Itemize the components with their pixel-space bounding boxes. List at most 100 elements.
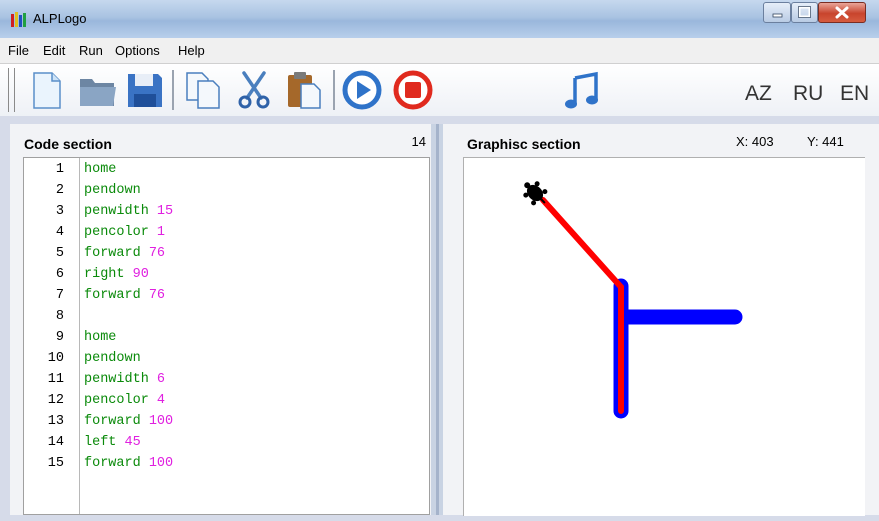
code-text: pencolor 4 [84, 390, 165, 411]
run-icon [342, 70, 382, 110]
code-line[interactable]: 7 forward 76 [24, 285, 429, 306]
line-number: 11 [47, 372, 64, 387]
lang-en[interactable]: EN [840, 82, 869, 106]
code-text: penwidth 15 [84, 201, 173, 222]
close-icon [835, 6, 849, 19]
code-text: penwidth 6 [84, 369, 165, 390]
menu-help[interactable]: Help [178, 43, 205, 58]
panel-splitter[interactable] [431, 124, 443, 515]
blue-pen-path [613, 278, 743, 419]
code-line[interactable]: 10 pendown [24, 348, 429, 369]
drawing-canvas[interactable] [463, 157, 865, 516]
line-number: 3 [55, 204, 64, 219]
code-text: forward 100 [84, 411, 173, 432]
code-text: forward 76 [84, 243, 165, 264]
copy-button[interactable] [184, 70, 224, 110]
code-line[interactable]: 15 forward 100 [24, 453, 429, 474]
maximize-button[interactable] [791, 2, 818, 23]
code-keyword: pencolor [84, 225, 149, 240]
code-keyword: forward [84, 246, 141, 261]
line-number: 15 [47, 456, 64, 471]
graphics-section-title: Graphisc section [467, 136, 581, 152]
code-line[interactable]: 9 home [24, 327, 429, 348]
lang-ru[interactable]: RU [793, 82, 823, 106]
code-keyword: forward [84, 288, 141, 303]
paste-button[interactable] [285, 70, 325, 110]
code-line[interactable]: 3 penwidth 15 [24, 201, 429, 222]
minimize-icon [772, 13, 783, 18]
code-text: forward 76 [84, 285, 165, 306]
new-file-button[interactable] [27, 70, 67, 110]
code-line[interactable]: 13 forward 100 [24, 411, 429, 432]
open-folder-icon [80, 79, 116, 106]
line-number: 13 [47, 414, 64, 429]
menu-run[interactable]: Run [79, 43, 103, 58]
code-text: pendown [84, 180, 141, 201]
code-line[interactable]: 1 home [24, 159, 429, 180]
menu-options[interactable]: Options [115, 43, 160, 58]
save-icon [128, 74, 162, 107]
line-number: 8 [55, 309, 64, 324]
code-keyword: pencolor [84, 393, 149, 408]
line-number: 14 [47, 435, 64, 450]
code-argument: 100 [148, 456, 174, 471]
code-line[interactable]: 2 pendown [24, 180, 429, 201]
turtle-drawing [523, 181, 743, 419]
code-argument: 4 [156, 393, 166, 408]
toolbar-separator [333, 70, 335, 110]
cut-icon [238, 71, 270, 109]
code-line[interactable]: 8 [24, 306, 429, 327]
new-file-icon [33, 72, 61, 109]
code-line[interactable]: 14 left 45 [24, 432, 429, 453]
code-argument: 100 [148, 414, 174, 429]
toolbar-separator [172, 70, 174, 110]
code-line[interactable]: 4 pencolor 1 [24, 222, 429, 243]
menu-edit[interactable]: Edit [43, 43, 65, 58]
code-argument: 15 [156, 204, 174, 219]
line-number: 9 [55, 330, 64, 345]
line-number: 7 [55, 288, 64, 303]
menu-file[interactable]: File [8, 43, 29, 58]
copy-icon [186, 72, 220, 109]
code-section: Code section 14 1 home 2 pendown 3 penwidth 1… [10, 124, 431, 515]
paste-icon [288, 72, 321, 109]
line-number: 10 [47, 351, 64, 366]
minimize-button[interactable] [763, 2, 791, 23]
close-button[interactable] [818, 2, 866, 23]
code-editor[interactable]: 1 home 2 pendown 3 penwidth 15 4 pencolor 1 5 for… [23, 157, 430, 515]
stop-icon [393, 70, 433, 110]
maximize-icon [798, 6, 811, 18]
code-line[interactable]: 11 penwidth 6 [24, 369, 429, 390]
cut-button[interactable] [234, 70, 274, 110]
run-button[interactable] [342, 70, 382, 110]
code-text: right 90 [84, 264, 149, 285]
code-keyword: penwidth [84, 204, 149, 219]
lang-az[interactable]: AZ [745, 82, 772, 106]
code-line[interactable]: 6 right 90 [24, 264, 429, 285]
red-pen-path [540, 197, 624, 414]
code-text: home [84, 327, 116, 348]
code-line[interactable]: 12 pencolor 4 [24, 390, 429, 411]
line-number: 4 [55, 225, 64, 240]
code-keyword: home [84, 162, 117, 177]
app-icon [11, 12, 26, 27]
window-title: ALPLogo [33, 11, 87, 26]
code-text: forward 100 [84, 453, 173, 474]
open-button[interactable] [78, 70, 118, 110]
code-section-title: Code section [24, 136, 112, 152]
code-keyword: pendown [84, 351, 141, 366]
code-argument: 6 [156, 372, 166, 387]
music-button[interactable] [563, 70, 603, 110]
code-line[interactable]: 5 forward 76 [24, 243, 429, 264]
line-number: 5 [55, 246, 64, 261]
code-text: left 45 [84, 432, 141, 453]
code-text: pencolor 1 [84, 222, 165, 243]
line-number: 12 [47, 393, 64, 408]
toolbar-grip[interactable] [8, 68, 15, 112]
code-argument: 76 [148, 288, 166, 303]
code-argument: 90 [132, 267, 149, 282]
stop-button[interactable] [393, 70, 433, 110]
save-button[interactable] [125, 70, 165, 110]
code-keyword: home [84, 330, 117, 345]
menu-bar: File Edit Run Options Help [0, 38, 879, 64]
